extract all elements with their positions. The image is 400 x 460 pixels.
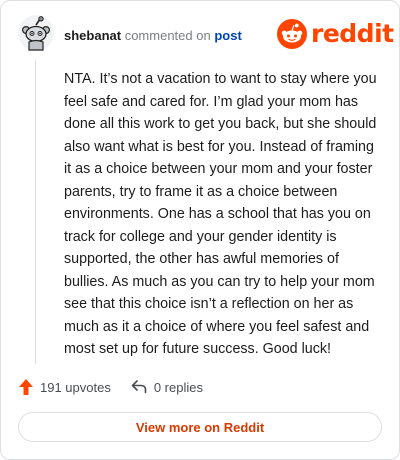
comment-body: NTA. It’s not a vacation to want to stay…	[64, 71, 377, 357]
action-text: commented on	[124, 28, 211, 43]
upvote-count: 191 upvotes	[40, 379, 111, 395]
comment-actions: 191 upvotes 0 replies	[18, 377, 203, 397]
view-more-button[interactable]: View more on Reddit	[18, 412, 382, 442]
upvote-button[interactable]: 191 upvotes	[18, 378, 111, 396]
reply-arrow-icon	[131, 380, 147, 394]
reply-count: 0 replies	[153, 379, 203, 395]
comment-header: shebanat commented on post	[64, 28, 242, 43]
reddit-logo[interactable]: reddit	[277, 19, 394, 49]
upvote-arrow-icon	[19, 379, 33, 395]
snoo-avatar-icon[interactable]	[18, 15, 54, 51]
post-link[interactable]: post	[214, 28, 241, 43]
thread-line	[35, 59, 36, 364]
username-link[interactable]: shebanat	[64, 28, 121, 43]
reply-button[interactable]: 0 replies	[131, 380, 203, 395]
reddit-snoo-icon	[277, 19, 307, 49]
reddit-wordmark: reddit	[311, 19, 394, 48]
reddit-comment-embed: shebanat commented on post reddit NTA. I…	[0, 0, 400, 460]
